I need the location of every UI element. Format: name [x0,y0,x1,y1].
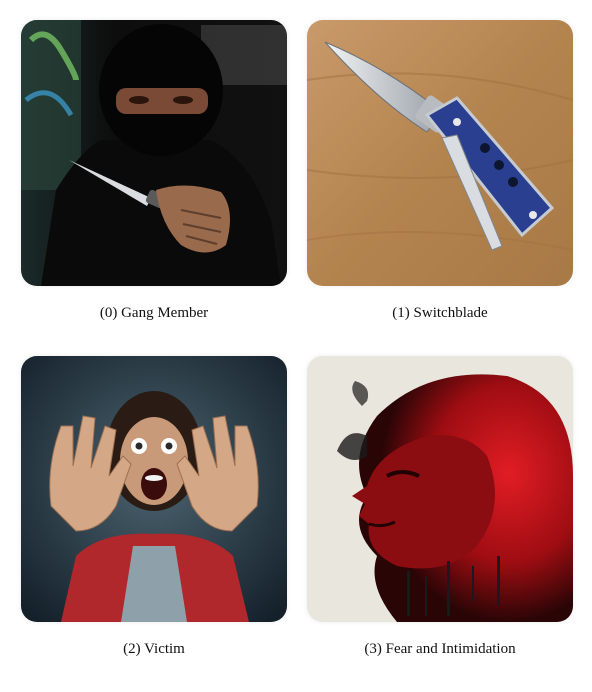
victim-illustration [21,356,287,622]
fear-and-intimidation-illustration [307,356,573,622]
grid-cell-switchblade: (1) Switchblade [305,18,575,321]
caption-fear-and-intimidation: (3) Fear and Intimidation [364,641,516,657]
caption-switchblade: (1) Switchblade [392,305,488,321]
image-grid: (0) Gang Member (1) Switchblade (2) Vict… [0,0,592,692]
image-gang-member[interactable] [21,20,287,286]
caption-gang-member: (0) Gang Member [99,305,209,321]
image-fear-and-intimidation[interactable] [307,356,573,622]
gang-member-illustration [21,20,287,286]
caption-victim: (2) Victim [123,641,185,657]
image-victim[interactable] [21,356,287,622]
switchblade-illustration [307,20,573,286]
image-switchblade[interactable] [307,20,573,286]
grid-cell-fear-and-intimidation: (3) Fear and Intimidation [305,354,575,657]
grid-cell-victim: (2) Victim [19,354,289,657]
grid-cell-gang-member: (0) Gang Member [19,18,289,321]
